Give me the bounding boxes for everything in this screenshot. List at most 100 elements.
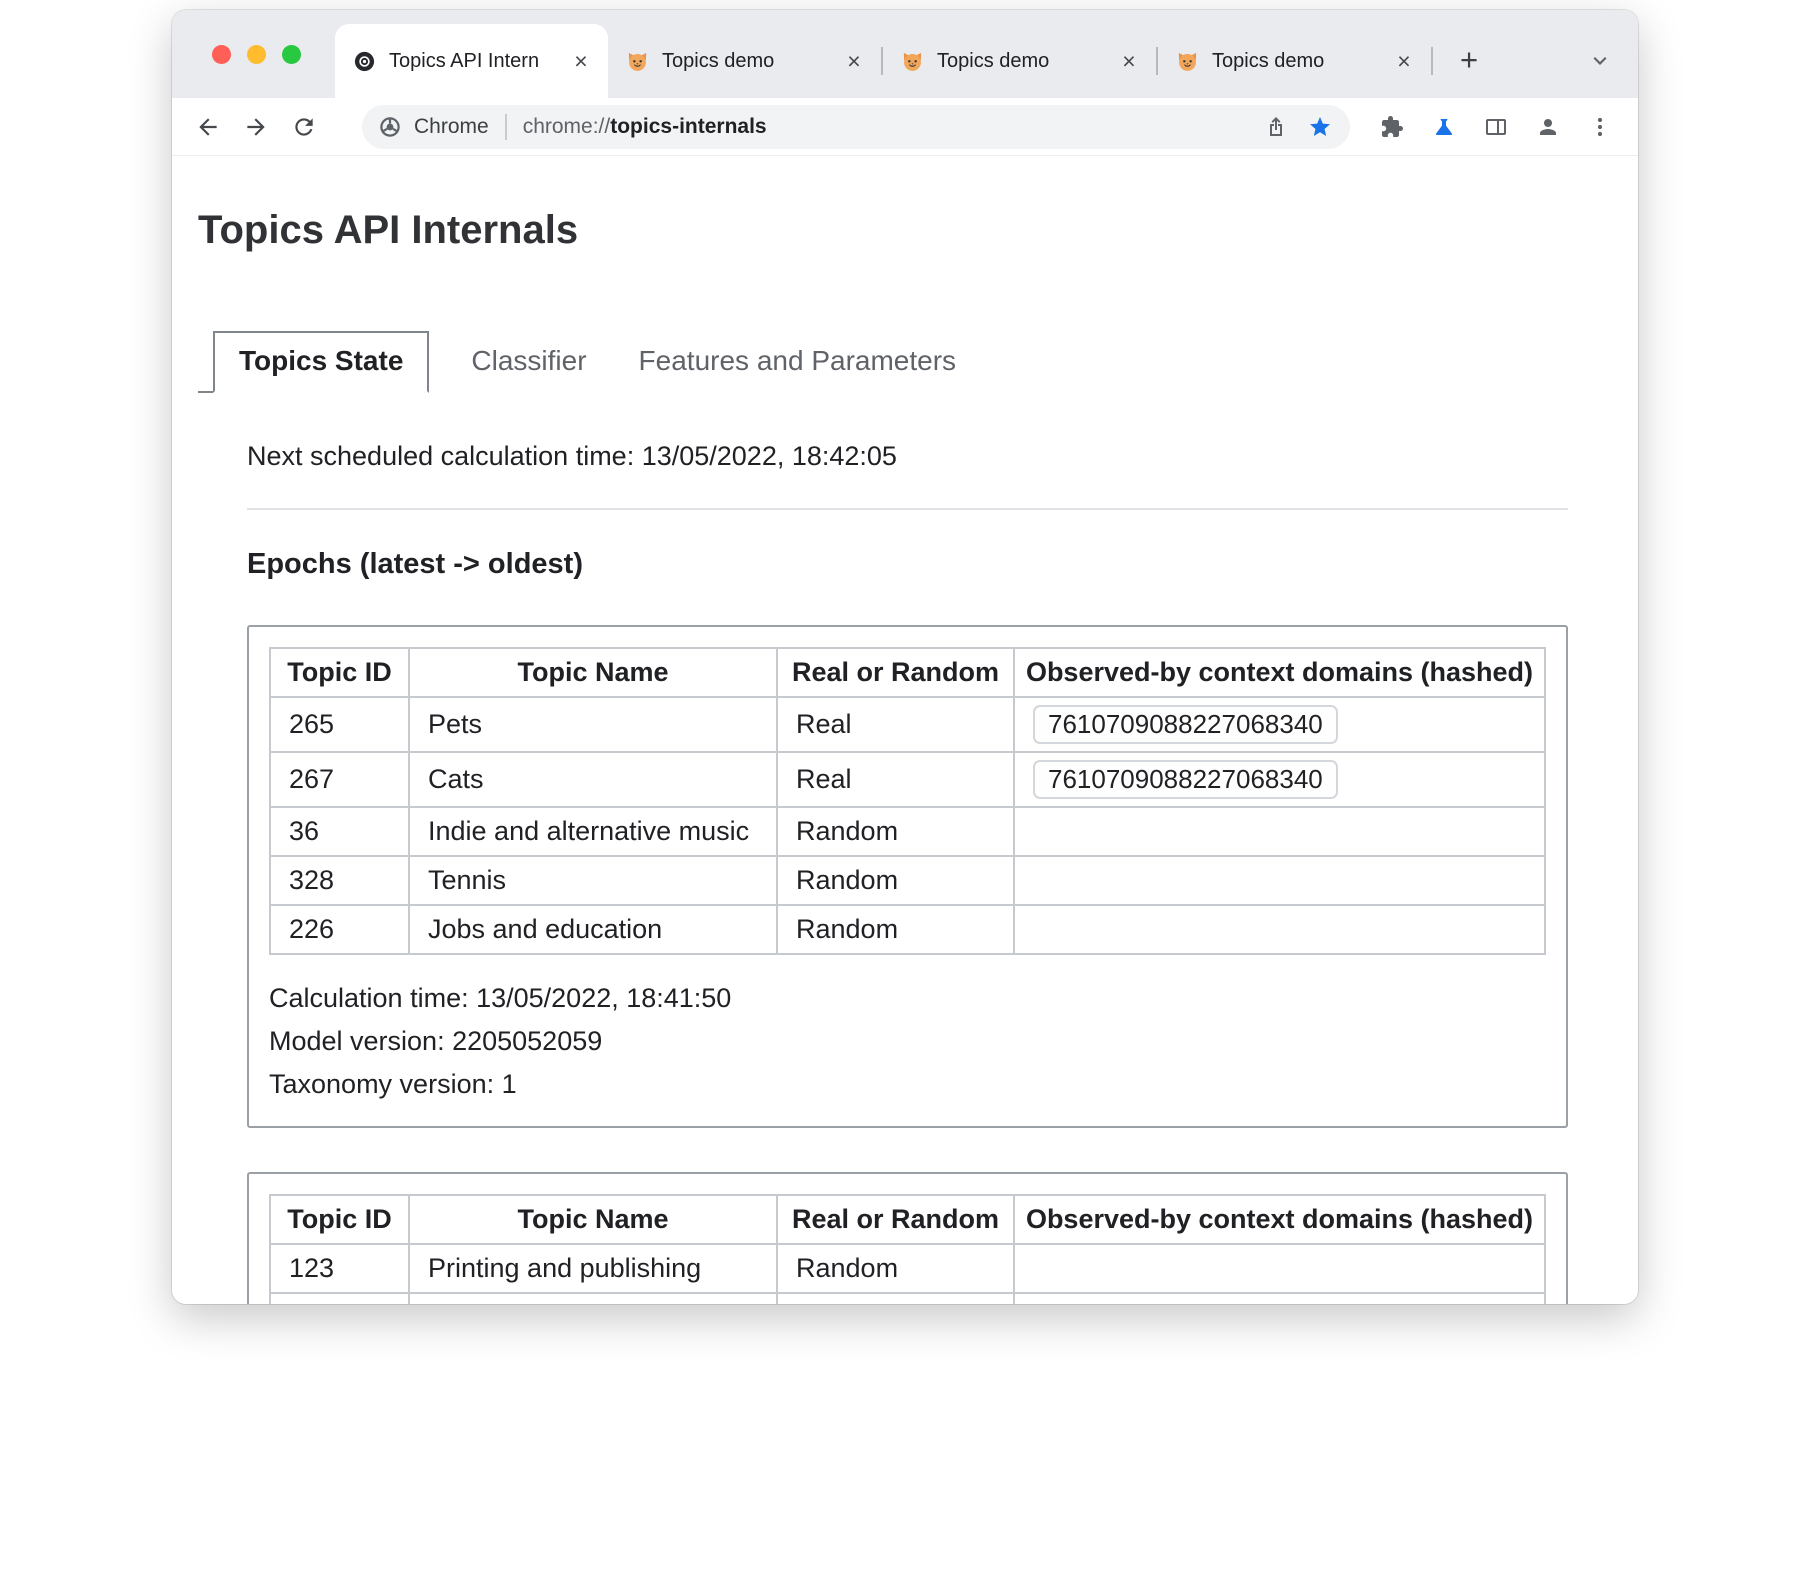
profile-avatar-icon[interactable] — [1522, 105, 1574, 149]
page-title: Topics API Internals — [198, 208, 1638, 253]
topic-id-cell: 265 — [270, 697, 409, 752]
table-row: 267CatsReal7610709088227068340 — [270, 752, 1545, 807]
chrome-icon — [378, 115, 402, 139]
toolbar: Chrome chrome://topics-internals — [172, 98, 1638, 156]
observed-domains-cell — [1014, 1293, 1545, 1304]
table-row: 36Indie and alternative musicRandom — [270, 807, 1545, 856]
tab-close-icon[interactable]: × — [1389, 46, 1419, 76]
domain-hash-value[interactable]: 7610709088227068340 — [1033, 760, 1338, 799]
topic-id-cell: 123 — [270, 1244, 409, 1293]
real-or-random-cell: Random — [777, 856, 1014, 905]
bookmark-star-icon[interactable] — [1298, 105, 1342, 149]
observed-domains-cell — [1014, 807, 1545, 856]
topic-id-cell: 200 — [270, 1293, 409, 1304]
tab-title: Topics demo — [937, 50, 1106, 73]
topic-name-cell: Jobs and education — [409, 905, 777, 954]
cat-favicon — [1176, 50, 1199, 73]
table-row: 328TennisRandom — [270, 856, 1545, 905]
topic-name-cell: Printing and publishing — [409, 1244, 777, 1293]
tab-features-and-parameters[interactable]: Features and Parameters — [613, 331, 983, 393]
epochs-container: Topic IDTopic NameReal or RandomObserved… — [247, 625, 1568, 1304]
real-or-random-cell: Random — [777, 1293, 1014, 1304]
column-header: Real or Random — [777, 1195, 1014, 1244]
reload-button[interactable] — [280, 103, 328, 151]
section-divider — [247, 508, 1568, 510]
tab-close-icon[interactable]: × — [1114, 46, 1144, 76]
tab-close-icon[interactable]: × — [566, 46, 596, 76]
tab-close-icon[interactable]: × — [839, 46, 869, 76]
epoch-table: Topic IDTopic NameReal or RandomObserved… — [269, 647, 1546, 955]
chrome-labs-flask-icon[interactable] — [1418, 105, 1470, 149]
close-window-button[interactable] — [212, 45, 231, 64]
menu-kebab-icon[interactable] — [1574, 105, 1626, 149]
page-content: Topics API Internals Topics State Classif… — [172, 156, 1638, 1304]
tab-topics-state[interactable]: Topics State — [213, 331, 429, 393]
observed-domains-cell — [1014, 1244, 1545, 1293]
real-or-random-cell: Real — [777, 697, 1014, 752]
column-header: Observed-by context domains (hashed) — [1014, 1195, 1545, 1244]
new-tab-button[interactable]: + — [1447, 38, 1491, 82]
tab-title: Topics demo — [662, 50, 831, 73]
table-row: 265PetsReal7610709088227068340 — [270, 697, 1545, 752]
observed-domains-cell — [1014, 856, 1545, 905]
tab-separator — [881, 47, 883, 75]
taxonomy-version: Taxonomy version: 1 — [269, 1063, 1546, 1106]
tab-title: Topics demo — [1212, 50, 1381, 73]
url-host: topics-internals — [610, 115, 766, 138]
page-tabs: Topics State ClassifierFeatures and Param… — [198, 331, 1638, 393]
column-header: Real or Random — [777, 648, 1014, 697]
browser-tab[interactable]: Topics API Intern × — [335, 24, 608, 98]
next-calculation-time: Next scheduled calculation time: 13/05/2… — [247, 441, 1568, 472]
column-header: Observed-by context domains (hashed) — [1014, 648, 1545, 697]
topic-id-cell: 267 — [270, 752, 409, 807]
topics-state-panel: Next scheduled calculation time: 13/05/2… — [247, 441, 1568, 1304]
url-scheme: chrome:// — [523, 115, 611, 138]
minimize-window-button[interactable] — [247, 45, 266, 64]
toolbar-actions — [1366, 105, 1626, 149]
calculation-time: Calculation time: 13/05/2022, 18:41:50 — [269, 977, 1546, 1020]
search-engine-label: Chrome — [414, 115, 489, 139]
table-row: 200Fibre and textile artsRandom — [270, 1293, 1545, 1304]
address-bar[interactable]: Chrome chrome://topics-internals — [362, 105, 1350, 149]
topic-name-cell: Tennis — [409, 856, 777, 905]
tab-classifier[interactable]: Classifier — [445, 331, 612, 393]
topic-id-cell: 328 — [270, 856, 409, 905]
header-row: Topic IDTopic NameReal or RandomObserved… — [270, 1195, 1545, 1244]
topic-id-cell: 226 — [270, 905, 409, 954]
cat-favicon — [626, 50, 649, 73]
browser-tab[interactable]: Topics demo × — [608, 24, 881, 98]
cat-favicon — [901, 50, 924, 73]
internals-favicon — [353, 50, 376, 73]
browser-tab[interactable]: Topics demo × — [1158, 24, 1431, 98]
tab-strip-tabs: Topics API Intern×Topics demo×Topics dem… — [335, 10, 1433, 98]
back-button[interactable] — [184, 103, 232, 151]
domain-hash-value[interactable]: 7610709088227068340 — [1033, 705, 1338, 744]
real-or-random-cell: Real — [777, 752, 1014, 807]
zoom-window-button[interactable] — [282, 45, 301, 64]
topic-name-cell: Fibre and textile arts — [409, 1293, 777, 1304]
column-header: Topic ID — [270, 648, 409, 697]
window-controls — [172, 10, 335, 98]
share-icon[interactable] — [1254, 105, 1298, 149]
tab-strip: Topics API Intern×Topics demo×Topics dem… — [172, 10, 1638, 98]
tab-separator — [1431, 47, 1433, 75]
topic-name-cell: Indie and alternative music — [409, 807, 777, 856]
browser-tab[interactable]: Topics demo × — [883, 24, 1156, 98]
url-text: chrome://topics-internals — [523, 115, 767, 139]
observed-domains-cell: 7610709088227068340 — [1014, 752, 1545, 807]
real-or-random-cell: Random — [777, 905, 1014, 954]
column-header: Topic ID — [270, 1195, 409, 1244]
tab-search-chevron-icon[interactable] — [1580, 40, 1620, 80]
tab-title: Topics API Intern — [389, 50, 558, 73]
header-row: Topic IDTopic NameReal or RandomObserved… — [270, 648, 1545, 697]
extensions-puzzle-icon[interactable] — [1366, 105, 1418, 149]
table-row: 123Printing and publishingRandom — [270, 1244, 1545, 1293]
epoch-box: Topic IDTopic NameReal or RandomObserved… — [247, 625, 1568, 1128]
column-header: Topic Name — [409, 1195, 777, 1244]
epoch-table: Topic IDTopic NameReal or RandomObserved… — [269, 1194, 1546, 1304]
model-version: Model version: 2205052059 — [269, 1020, 1546, 1063]
side-panel-icon[interactable] — [1470, 105, 1522, 149]
forward-button[interactable] — [232, 103, 280, 151]
observed-domains-cell — [1014, 905, 1545, 954]
observed-domains-cell: 7610709088227068340 — [1014, 697, 1545, 752]
